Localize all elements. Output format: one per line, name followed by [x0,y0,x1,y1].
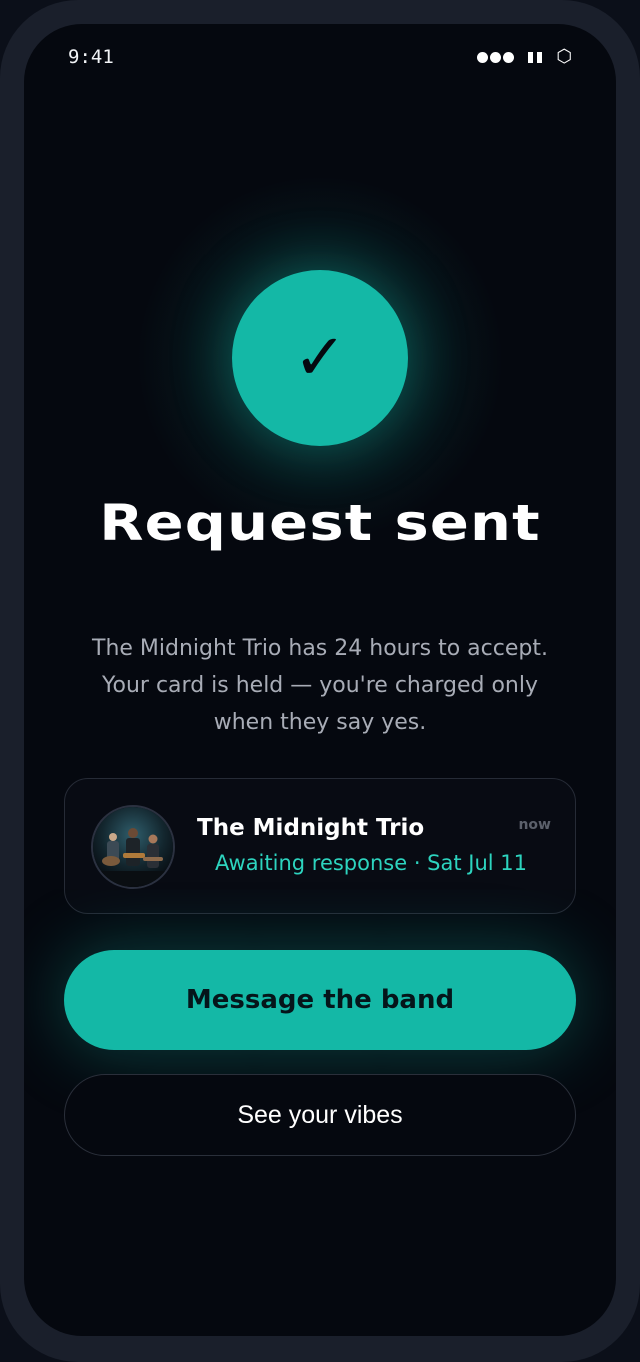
request-status: Awaiting response · Sat Jul 11 [215,851,528,875]
confirmation-message: The Midnight Trio has 24 hours to accept… [92,636,548,735]
signal-icon [477,51,515,63]
phone-frame: 9:41 ⬡ ✓ Request sent The Midnight Trio … [0,0,640,1362]
status-time: 9:41 [68,46,114,68]
success-badge: ✓ [232,270,408,446]
request-time: now [518,817,551,833]
status-icons: ⬡ [477,48,572,66]
band-avatar [91,805,175,889]
band-photo [93,807,173,887]
see-vibes-button[interactable]: See your vibes [64,1074,576,1156]
battery-icon: ⬡ [556,46,572,67]
message-band-button[interactable]: Message the band [64,950,576,1050]
band-card[interactable]: The Midnight Trio Awaiting response · Sa… [64,778,576,914]
check-icon: ✓ [293,321,347,395]
status-bar: 9:41 ⬡ [24,24,616,90]
screen: 9:41 ⬡ ✓ Request sent The Midnight Trio … [24,24,616,1336]
page-title: Request sent [99,494,541,552]
band-name: The Midnight Trio [197,815,425,841]
wifi-icon [528,51,543,63]
